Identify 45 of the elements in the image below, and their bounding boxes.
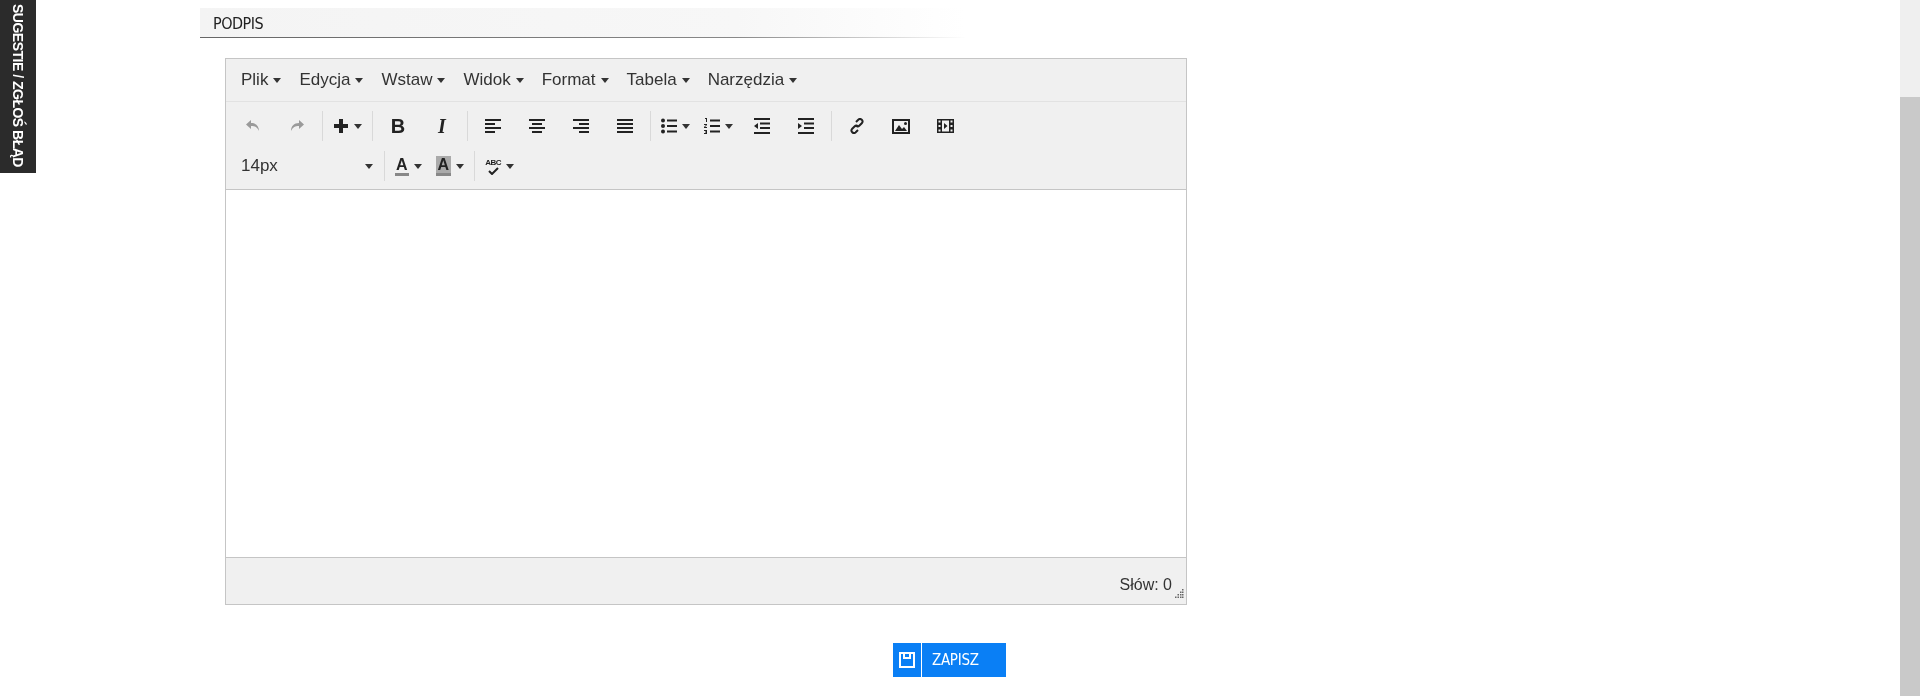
caret-icon bbox=[725, 123, 733, 129]
menu-item[interactable]: Format bbox=[532, 66, 618, 94]
align-right-icon bbox=[573, 119, 589, 133]
menu-item[interactable]: Plik bbox=[232, 66, 291, 94]
align-center-icon bbox=[529, 119, 545, 133]
save-button[interactable]: ZAPISZ bbox=[893, 643, 1006, 677]
caret-icon bbox=[681, 77, 690, 83]
word-count: Słów: 0 bbox=[1119, 576, 1172, 594]
plus-icon bbox=[333, 118, 349, 134]
align-justify-icon bbox=[617, 119, 633, 133]
numbered-list-icon bbox=[704, 118, 720, 134]
menu-item[interactable]: Edycja bbox=[290, 66, 373, 94]
caret-icon bbox=[789, 77, 798, 83]
video-icon bbox=[936, 119, 954, 133]
caret-icon bbox=[456, 163, 465, 169]
caret-icon bbox=[682, 123, 690, 129]
bold-button[interactable]: B bbox=[376, 109, 420, 143]
caret-icon bbox=[437, 77, 446, 83]
menu-item[interactable]: Narzędzia bbox=[698, 66, 807, 94]
align-left-icon bbox=[485, 119, 501, 133]
caret-icon bbox=[600, 77, 609, 83]
resize-handle-icon[interactable] bbox=[1175, 589, 1184, 598]
link-icon bbox=[849, 118, 865, 134]
caret-icon bbox=[273, 77, 282, 83]
spellcheck-button[interactable]: ABC bbox=[478, 149, 521, 183]
text-color-button[interactable]: A bbox=[388, 149, 429, 183]
feedback-tab[interactable]: SUGESTIE / ZGŁOŚ BŁĄD bbox=[0, 0, 36, 173]
outdent-icon bbox=[754, 118, 770, 134]
caret-icon bbox=[354, 123, 362, 129]
menu-item[interactable]: Tabela bbox=[617, 66, 699, 94]
caret-icon bbox=[413, 163, 422, 169]
checkmark-icon bbox=[487, 166, 499, 175]
caret-icon bbox=[355, 77, 364, 83]
image-icon bbox=[892, 118, 910, 134]
caret-icon bbox=[365, 163, 373, 169]
caret-icon bbox=[515, 77, 524, 83]
indent-icon bbox=[798, 118, 814, 134]
background-color-button[interactable]: A bbox=[428, 149, 472, 183]
menu-item[interactable]: Wstaw bbox=[372, 66, 455, 94]
caret-icon bbox=[505, 163, 514, 169]
italic-button[interactable]: I bbox=[420, 109, 464, 143]
font-size-dropdown[interactable]: 14px bbox=[231, 149, 381, 183]
bullet-list-icon bbox=[661, 118, 677, 134]
menu-item[interactable]: Widok bbox=[454, 66, 533, 94]
section-title: PODPIS bbox=[212, 14, 264, 35]
